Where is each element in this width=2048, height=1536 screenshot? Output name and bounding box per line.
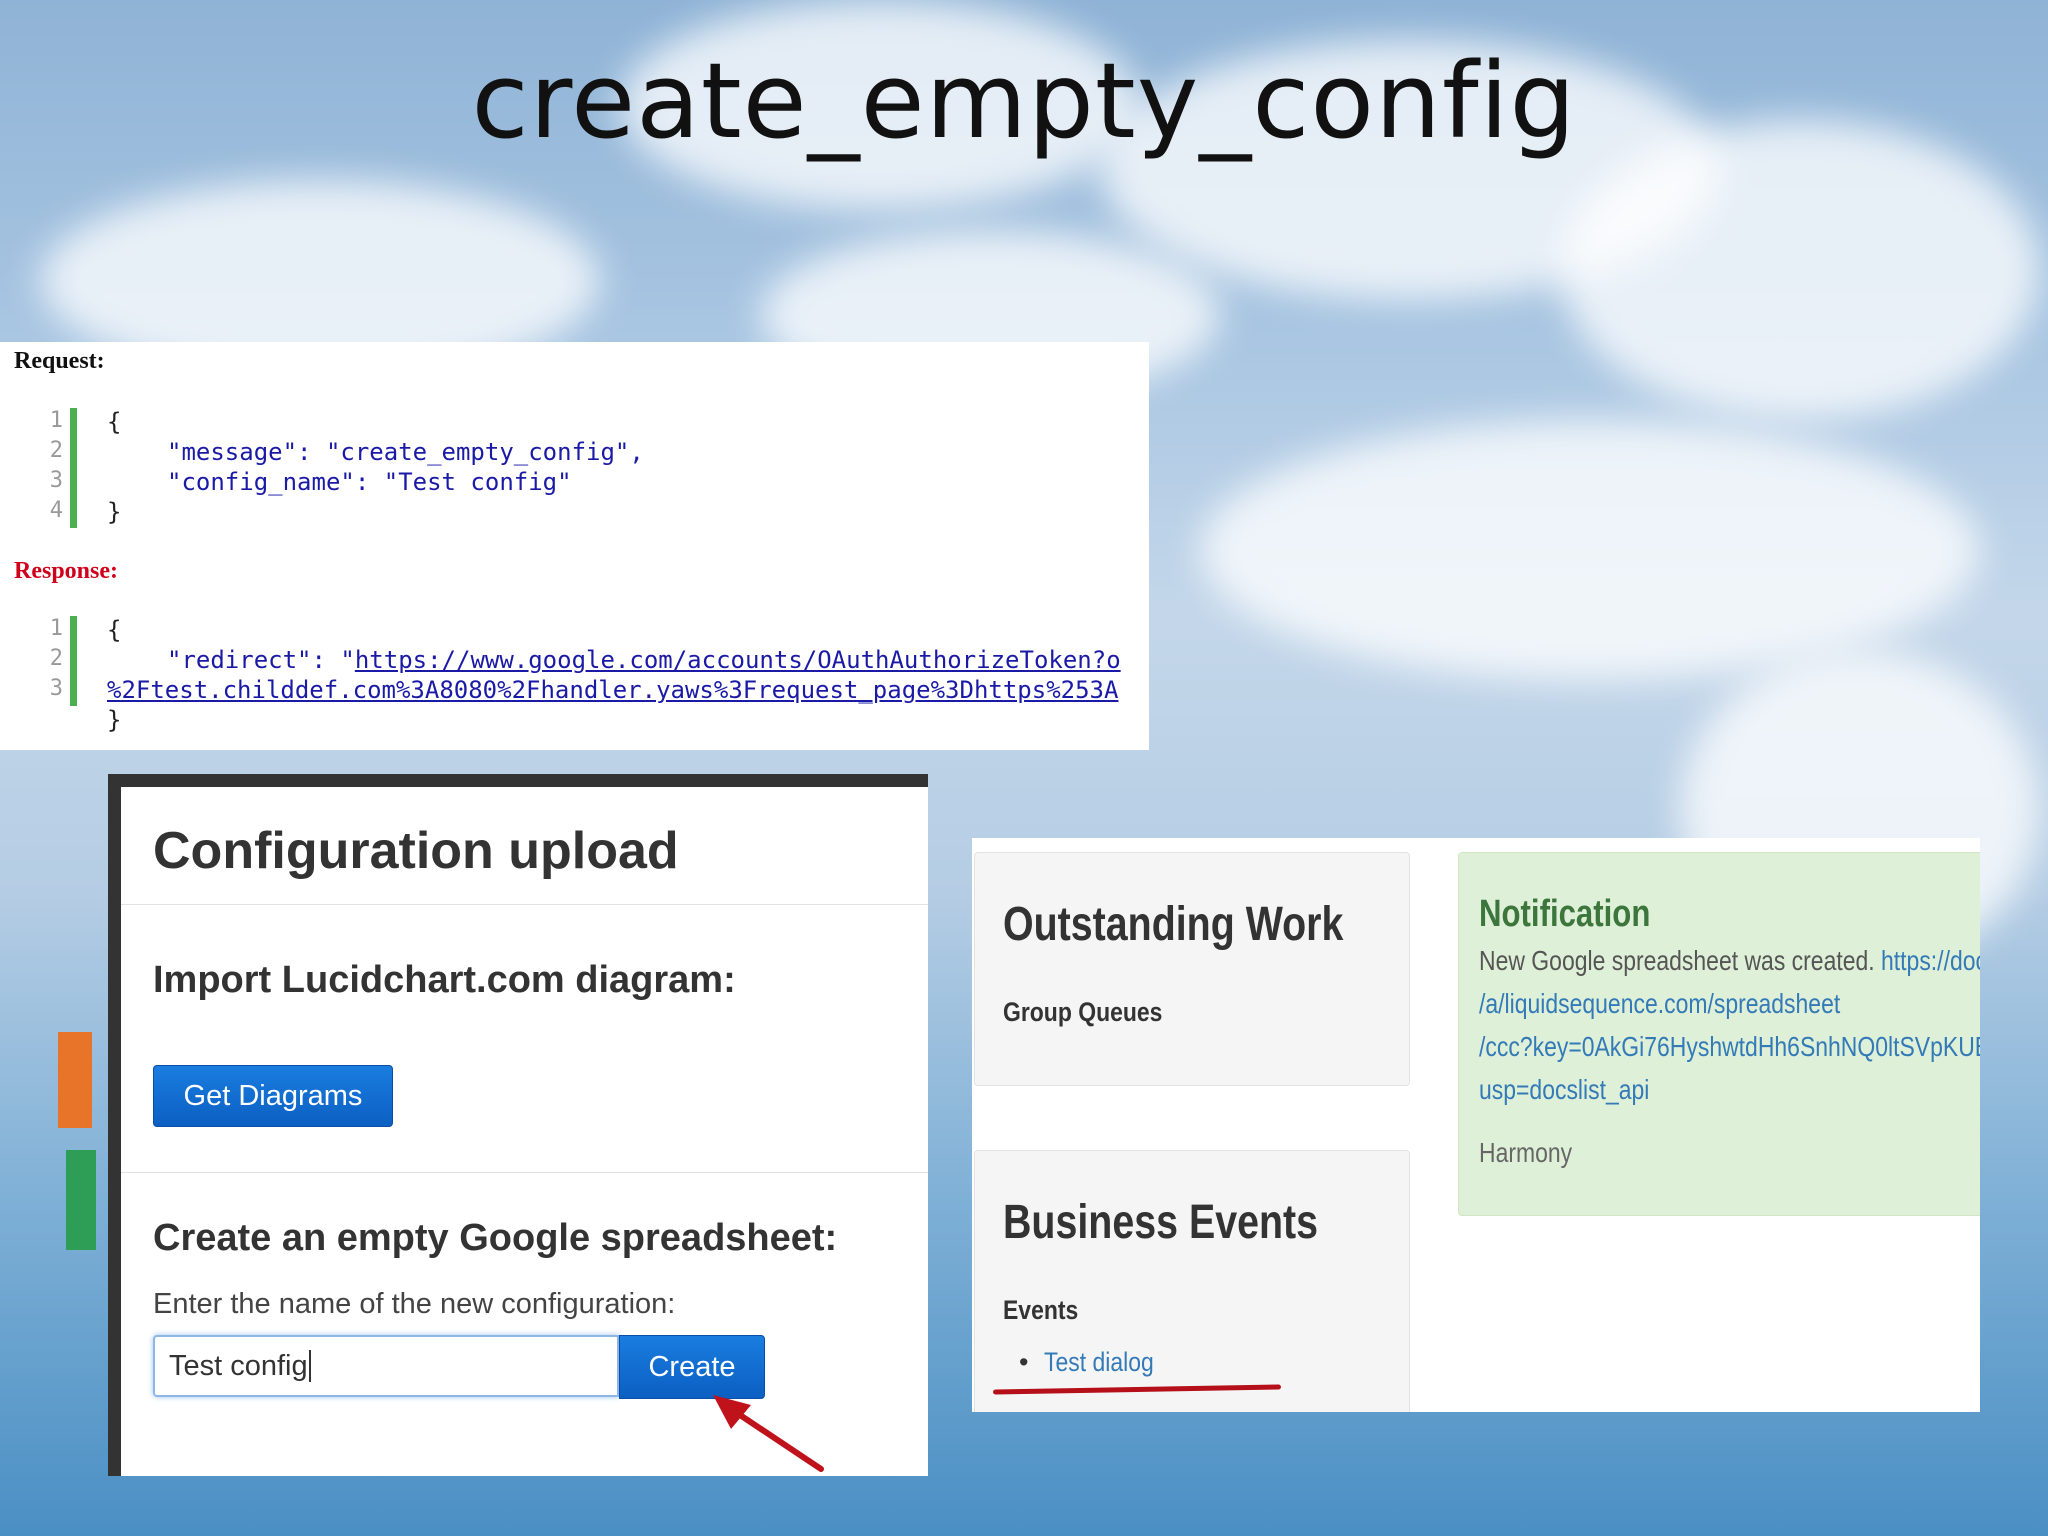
line-number: 4: [49, 498, 63, 523]
spreadsheet-link[interactable]: /ccc?key=0AkGi76HyshwtdHh6SnhNQ0ltSVpKUE…: [1479, 1031, 1980, 1063]
response-label: Response:: [14, 558, 119, 584]
outstanding-work-title: Outstanding Work: [1003, 898, 1344, 951]
slide-title: create_empty_config: [471, 40, 1577, 162]
code-text: {: [107, 408, 122, 436]
outstanding-work-card: Outstanding Work Group Queues: [974, 852, 1410, 1086]
create-heading: Create an empty Google spreadsheet:: [153, 1217, 838, 1259]
background-cloud: [1200, 420, 1980, 680]
line-number: 3: [49, 676, 63, 701]
app-dashboard-panel: Outstanding Work Group Queues Business E…: [972, 838, 1980, 1412]
red-underline-annotation: [992, 1384, 1282, 1395]
request-code-block: 1 { 2 "message": "create_empty_config", 3 "…: [50, 408, 644, 528]
name-prompt: Enter the name of the new configuration:: [153, 1288, 676, 1320]
code-text: "message": "create_empty_config",: [167, 438, 644, 466]
business-events-card: Business Events Events • Test dialog: [974, 1150, 1410, 1412]
request-response-panel: Request: 1 { 2 "message": "create_empty_co…: [0, 342, 1149, 750]
page-title: Configuration upload: [153, 822, 679, 880]
line-number: 2: [49, 438, 63, 463]
spreadsheet-link[interactable]: /a/liquidsequence.com/spreadsheet: [1479, 988, 1840, 1020]
code-text: "redirect": ": [167, 646, 355, 674]
group-queues-label: Group Queues: [1003, 997, 1163, 1027]
spreadsheet-link[interactable]: https://docs.g: [1881, 945, 1980, 976]
spreadsheet-link[interactable]: usp=docslist_api: [1479, 1074, 1649, 1106]
test-dialog-link[interactable]: Test dialog: [1044, 1347, 1154, 1378]
line-number: 1: [49, 408, 63, 433]
redirect-link-continued[interactable]: %2Ftest.childdef.com%3A8080%2Fhandler.ya…: [107, 676, 1118, 704]
notification-text: New Google spreadsheet was created.: [1479, 945, 1875, 976]
get-diagrams-button[interactable]: Get Diagrams: [153, 1065, 393, 1127]
background-cloud: [1560, 120, 2040, 420]
request-label: Request:: [14, 348, 105, 374]
code-text: }: [107, 498, 122, 526]
response-code-block: 1 { 2 "redirect": "https://www.google.com/…: [50, 616, 1121, 706]
configuration-upload-panel: Configuration upload Import Lucidchart.c…: [108, 774, 928, 1476]
notification-title: Notification: [1479, 893, 1651, 935]
code-text: }: [107, 706, 122, 734]
divider: [121, 1172, 928, 1173]
notification-footer: Harmony: [1479, 1137, 1573, 1168]
import-heading: Import Lucidchart.com diagram:: [153, 959, 736, 1001]
code-text: "config_name": "Test config": [167, 468, 572, 496]
notification-message-line: New Google spreadsheet was created. http…: [1479, 945, 1980, 977]
config-name-value: Test config: [169, 1349, 308, 1382]
logo-fragment-orange: [58, 1032, 92, 1128]
logo-fragment-green: [66, 1150, 96, 1250]
business-events-title: Business Events: [1003, 1196, 1319, 1249]
line-number: 1: [49, 616, 63, 641]
event-list-item: • Test dialog: [1019, 1347, 1173, 1378]
text-caret: [308, 1350, 311, 1382]
line-number: 2: [49, 646, 63, 671]
config-name-input[interactable]: Test config: [153, 1335, 619, 1397]
divider: [121, 904, 928, 905]
bullet-icon: •: [1019, 1347, 1029, 1377]
arrow-pointer-icon: [713, 1395, 824, 1472]
line-number: 3: [49, 468, 63, 493]
redirect-link[interactable]: https://www.google.com/accounts/OAuthAut…: [355, 646, 1121, 674]
notification-alert: Notification New Google spreadsheet was …: [1458, 852, 1980, 1216]
code-text: {: [107, 616, 122, 644]
events-label: Events: [1003, 1295, 1079, 1325]
